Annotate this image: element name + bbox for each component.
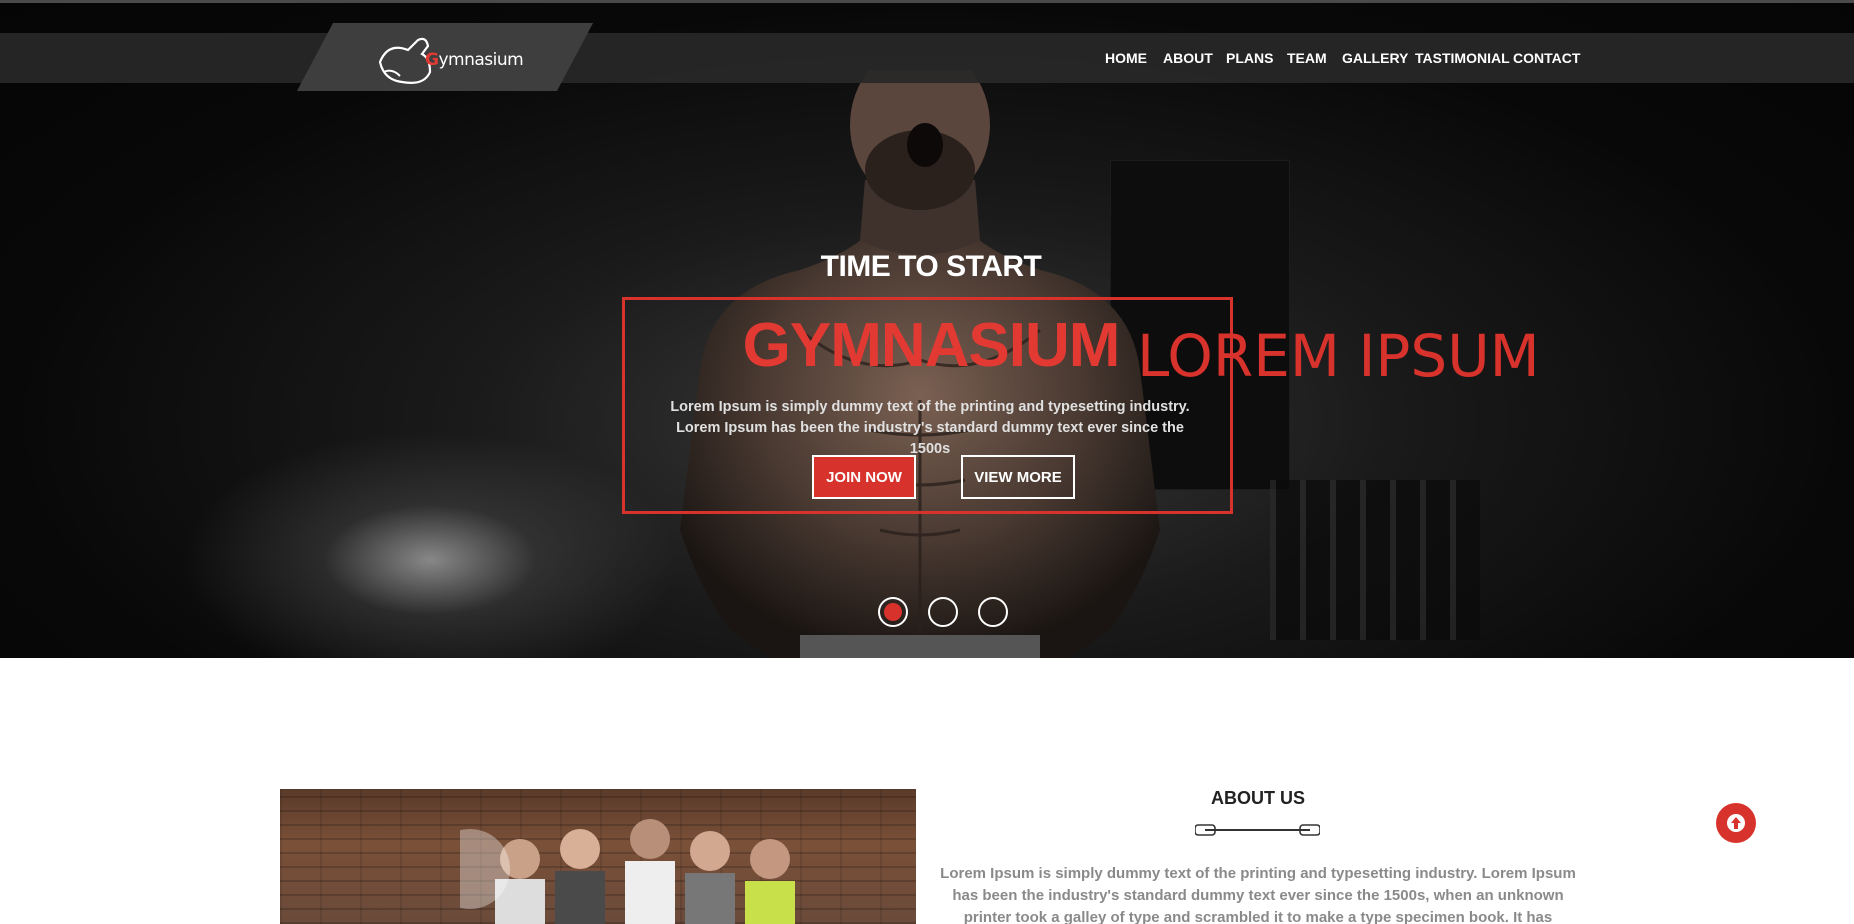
slider-dot-2[interactable] xyxy=(928,597,958,627)
nav-contact[interactable]: CONTACT xyxy=(1513,50,1580,66)
hero-kicker: TIME TO START xyxy=(820,250,1042,283)
brand-logo[interactable]: Gymnasium xyxy=(425,50,524,70)
about-text: Lorem Ipsum is simply dummy text of the … xyxy=(940,865,1576,924)
hero-description: Lorem Ipsum is simply dummy text of the … xyxy=(670,399,1190,457)
view-more-button[interactable]: VIEW MORE xyxy=(961,455,1075,499)
top-border xyxy=(0,0,1854,3)
nav-team[interactable]: TEAM xyxy=(1287,50,1327,66)
logo-wordmark: ymnasium xyxy=(438,50,524,70)
hero-section: Gymnasium HOME ABOUT PLANS TEAM GALLERY … xyxy=(0,0,1854,658)
slider-dot-3[interactable] xyxy=(978,597,1008,627)
nav-home[interactable]: HOME xyxy=(1105,50,1147,66)
about-title: ABOUT US xyxy=(1211,788,1305,808)
scroll-top-button[interactable] xyxy=(1716,803,1756,843)
hero-side-text: LOREM IPSUM xyxy=(1137,322,1540,390)
logo-letter: G xyxy=(425,50,439,70)
about-image xyxy=(280,789,916,924)
dumbbell-rack xyxy=(1270,480,1480,640)
light-flare xyxy=(180,430,680,658)
group-photo xyxy=(460,819,795,924)
join-now-button[interactable]: JOIN NOW xyxy=(812,455,916,499)
nav-about[interactable]: ABOUT xyxy=(1163,50,1213,66)
barbell-icon xyxy=(1195,824,1320,836)
hero-title: GYMNASIUM xyxy=(742,311,1121,380)
nav-testimonial[interactable]: TASTIMONIAL xyxy=(1415,50,1510,66)
slider-dot-1[interactable] xyxy=(878,597,908,627)
nav-plans[interactable]: PLANS xyxy=(1226,50,1273,66)
nav-gallery[interactable]: GALLERY xyxy=(1342,50,1408,66)
arrow-up-circle-icon xyxy=(1727,814,1745,832)
